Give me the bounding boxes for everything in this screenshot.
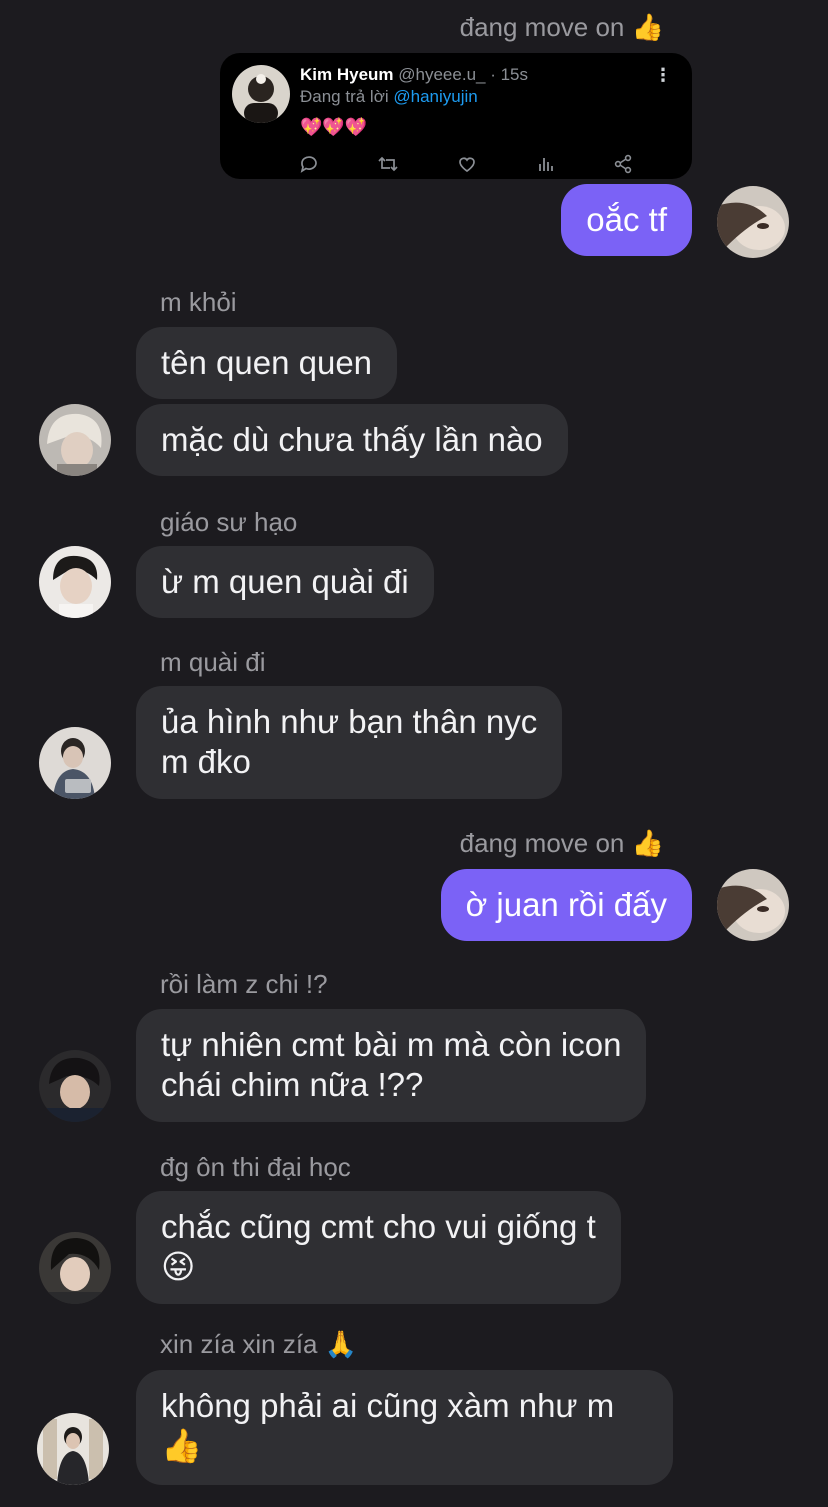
contact-avatar[interactable] [39, 404, 111, 476]
sender-name: đang move on 👍 [459, 12, 664, 42]
chat-screen: đang move on 👍 Kim Hyeum @hyeee.u_ · 15s… [0, 0, 828, 1507]
tweet-content: 💖💖💖 [300, 117, 368, 137]
shared-tweet-card[interactable]: Kim Hyeum @hyeee.u_ · 15s Đang trả lời @… [220, 53, 692, 179]
message-bubble[interactable]: chắc cũng cmt cho vui giống t 😝 [136, 1191, 621, 1304]
message-bubble-mine[interactable]: oắc tf [561, 184, 692, 256]
sender-name: giáo sư hạo [160, 507, 298, 537]
tweet-handle: @hyeee.u_ [398, 65, 486, 84]
tweet-author[interactable]: Kim Hyeum @hyeee.u_ · 15s [300, 65, 528, 85]
tweet-actions [298, 153, 638, 175]
retweet-icon[interactable] [377, 153, 399, 175]
more-options-icon[interactable]: ⋮ [654, 65, 672, 86]
my-avatar[interactable] [717, 869, 789, 941]
sender-name: đg ôn thi đại học [160, 1152, 351, 1182]
tweet-reply-context: Đang trả lời @haniyujin [300, 87, 478, 107]
sender-name: rồi làm z chi !? [160, 969, 328, 999]
contact-avatar[interactable] [39, 546, 111, 618]
like-icon[interactable] [456, 153, 478, 175]
contact-avatar[interactable] [37, 1413, 109, 1485]
views-icon[interactable] [535, 153, 557, 175]
share-icon[interactable] [612, 153, 634, 175]
reply-icon[interactable] [298, 153, 320, 175]
tweet-author-name: Kim Hyeum [300, 65, 394, 84]
reply-mention[interactable]: @haniyujin [393, 87, 477, 106]
message-bubble[interactable]: ủa hình như bạn thân nyc m đko [136, 686, 563, 799]
sender-name: m khỏi [160, 287, 237, 317]
sender-name: xin zía xin zía 🙏 [160, 1329, 358, 1359]
message-bubble[interactable]: mặc dù chưa thấy lần nào [136, 404, 568, 476]
tweet-time: · 15s [490, 65, 529, 84]
sender-name: đang move on 👍 [459, 828, 664, 858]
message-bubble[interactable]: ừ m quen quài đi [136, 546, 434, 618]
contact-avatar[interactable] [39, 727, 111, 799]
message-bubble[interactable]: tự nhiên cmt bài m mà còn icon chái chim… [136, 1009, 647, 1122]
sender-name: m quài đi [160, 647, 266, 677]
contact-avatar[interactable] [39, 1050, 111, 1122]
contact-avatar[interactable] [39, 1232, 111, 1304]
reply-prefix: Đang trả lời [300, 87, 389, 106]
my-avatar[interactable] [717, 186, 789, 258]
tweet-author-avatar[interactable] [232, 65, 290, 123]
message-bubble[interactable]: tên quen quen [136, 327, 398, 399]
message-bubble-mine[interactable]: ờ juan rồi đấy [440, 869, 692, 941]
message-bubble[interactable]: không phải ai cũng xàm như m 👍 [136, 1370, 673, 1485]
